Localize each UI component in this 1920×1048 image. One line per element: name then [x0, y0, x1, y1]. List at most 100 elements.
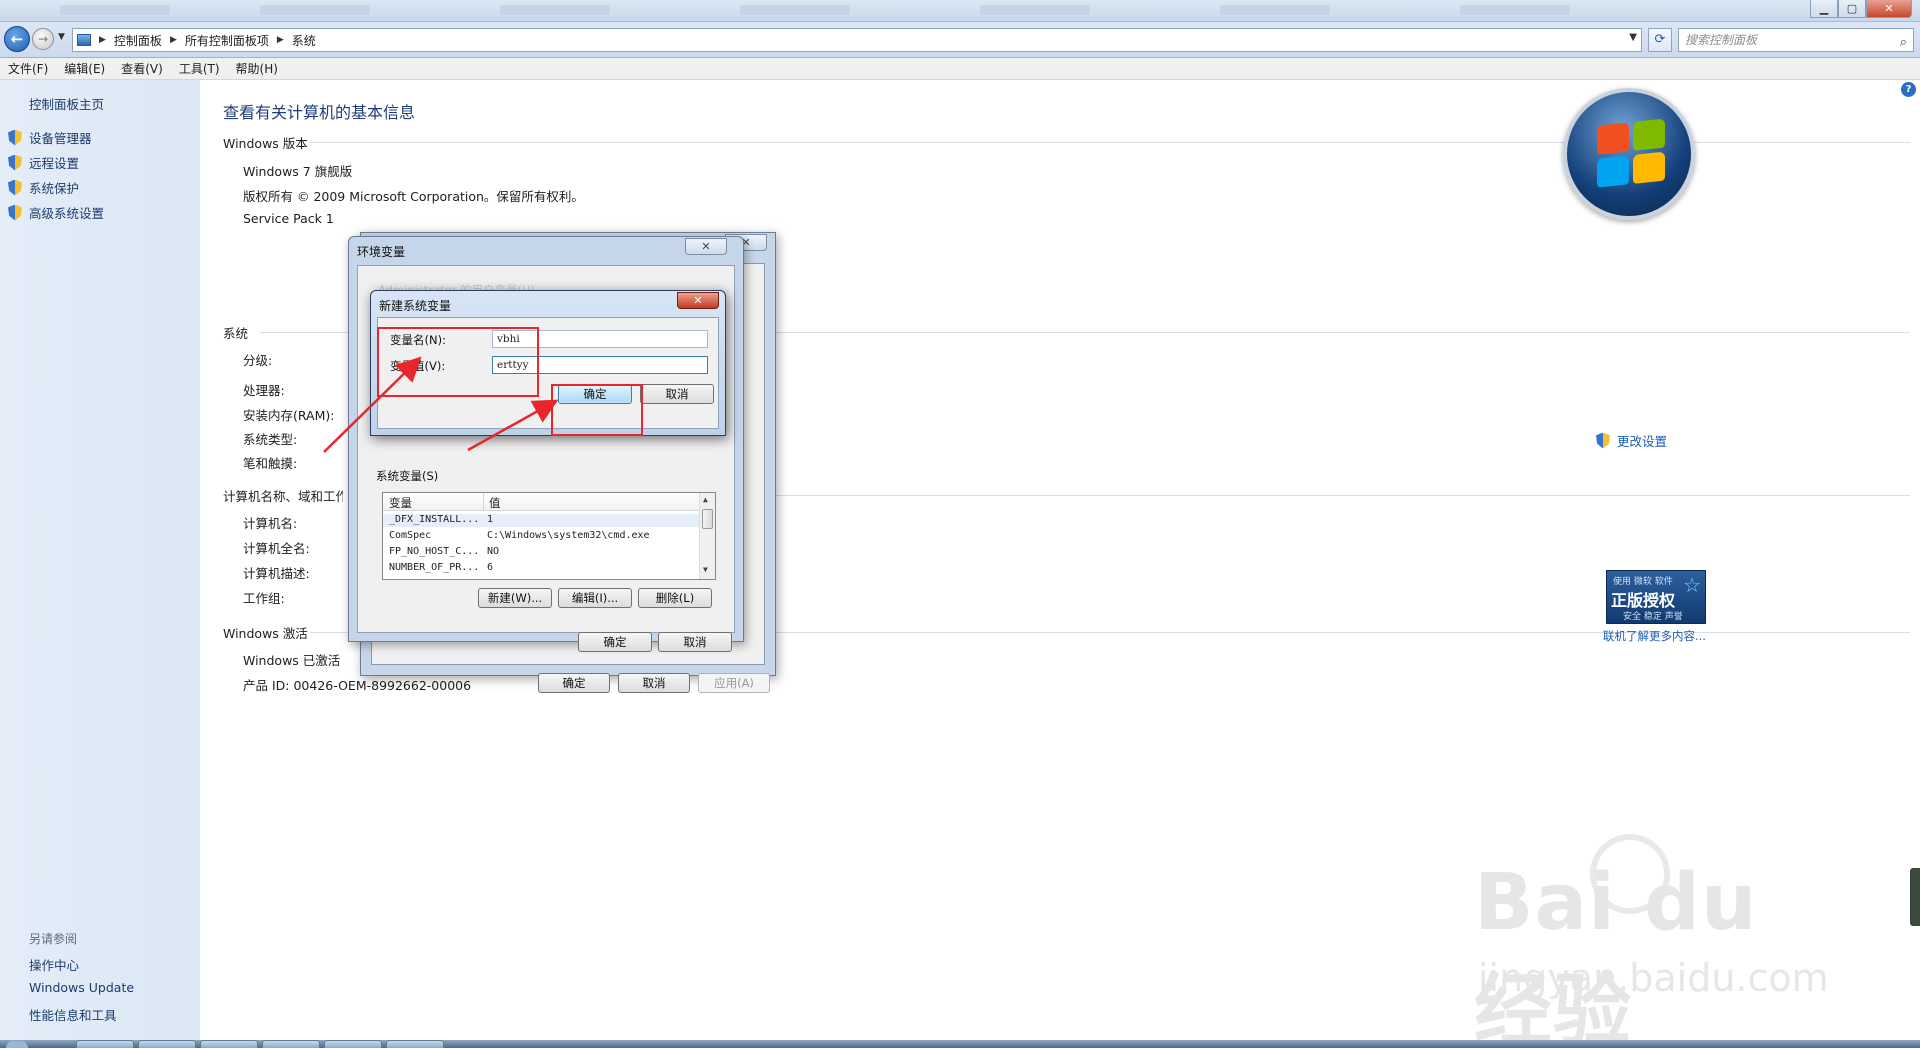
sidebar-item-advanced-settings[interactable]: 高级系统设置 [8, 203, 104, 222]
taskbar-button[interactable] [386, 1040, 444, 1048]
table-row[interactable]: _DFX_INSTALL... 1 [383, 514, 699, 527]
genuine-bottom-text: 安全 稳定 声誉 [1623, 612, 1683, 622]
computer-name-heading: 计算机名称、域和工作组设置 [223, 489, 343, 504]
menu-file[interactable]: 文件(F) [0, 60, 56, 77]
address-toolbar: ← → ▼ ▶ 控制面板 ▶ 所有控制面板项 ▶ 系统 ▼ ⟳ 搜索控制面板 ⌕ [0, 22, 1920, 58]
close-icon[interactable]: ✕ [677, 292, 719, 309]
new-var-cancel-button[interactable]: 取消 [640, 384, 714, 404]
divider [760, 495, 1910, 496]
taskbar-button[interactable] [324, 1040, 382, 1048]
search-placeholder: 搜索控制面板 [1685, 33, 1758, 47]
baidu-watermark: Bai du 经验 jingyan.baidu.com [1474, 834, 1834, 1048]
menu-help[interactable]: 帮助(H) [228, 60, 286, 77]
system-vars-table[interactable]: 变量 值 _DFX_INSTALL... 1 ComSpec C:\Window… [382, 492, 716, 580]
windows-logo [1563, 88, 1695, 220]
table-row[interactable]: ComSpec C:\Windows\system32\cmd.exe [383, 530, 699, 543]
column-divider[interactable] [483, 493, 484, 511]
back-button[interactable]: ← [4, 26, 30, 52]
scroll-down-icon[interactable]: ▼ [703, 565, 708, 574]
computer-name-label: 计算机名: [243, 516, 298, 531]
breadcrumb-control-panel[interactable]: 控制面板 [114, 32, 162, 49]
side-handle[interactable] [1910, 868, 1920, 926]
new-variable-button[interactable]: 新建(W)... [478, 588, 552, 608]
breadcrumb-system[interactable]: 系统 [292, 32, 316, 49]
processor-label: 处理器: [243, 383, 285, 398]
shield-icon [8, 155, 22, 171]
var-value: C:\Windows\system32\cmd.exe [487, 530, 650, 541]
learn-more-link[interactable]: 联机了解更多内容... [1603, 628, 1706, 644]
genuine-top-text: 使用 微软 软件 [1613, 577, 1673, 587]
title-ghost-tab [500, 5, 610, 15]
column-value[interactable]: 值 [489, 495, 501, 511]
breadcrumb-separator-icon[interactable]: ▶ [170, 35, 177, 45]
title-ghost-tab [1220, 5, 1330, 15]
watermark-brand: Bai du 经验 [1474, 858, 1758, 1048]
sidebar-item-label: 系统保护 [29, 181, 80, 196]
history-dropdown-icon[interactable]: ▼ [58, 32, 65, 42]
menu-tools[interactable]: 工具(T) [171, 60, 228, 77]
search-icon[interactable]: ⌕ [1900, 32, 1907, 54]
scroll-thumb[interactable] [702, 509, 713, 529]
title-ghost-tab [260, 5, 370, 15]
refresh-icon: ⟳ [1654, 32, 1666, 47]
see-also-performance[interactable]: 性能信息和工具 [29, 1005, 117, 1024]
copyright-text: 版权所有 © 2009 Microsoft Corporation。保留所有权利… [243, 189, 584, 204]
sysprops-cancel-button[interactable]: 取消 [618, 673, 690, 693]
var-value: NO [487, 546, 500, 557]
taskbar-button[interactable] [200, 1040, 258, 1048]
maximize-button[interactable]: ▢ [1838, 0, 1866, 18]
sidebar-item-device-manager[interactable]: 设备管理器 [8, 128, 92, 147]
taskbar-button[interactable] [138, 1040, 196, 1048]
column-variable[interactable]: 变量 [389, 495, 412, 511]
dialog-title: 新建系统变量 [379, 299, 452, 313]
sidebar-item-remote-settings[interactable]: 远程设置 [8, 153, 79, 172]
forward-button[interactable]: → [32, 28, 54, 50]
breadcrumb-separator-icon[interactable]: ▶ [99, 35, 106, 45]
system-vars-label: 系统变量(S) [376, 469, 439, 483]
refresh-button[interactable]: ⟳ [1648, 28, 1672, 52]
close-icon[interactable]: ✕ [685, 238, 727, 255]
see-also-action-center[interactable]: 操作中心 [29, 955, 79, 974]
start-orb-icon[interactable] [6, 1041, 28, 1048]
menu-edit[interactable]: 编辑(E) [56, 60, 113, 77]
breadcrumb-all-items[interactable]: 所有控制面板项 [185, 32, 269, 49]
search-input[interactable]: 搜索控制面板 ⌕ [1678, 28, 1914, 52]
delete-variable-button[interactable]: 删除(L) [638, 588, 712, 608]
highlight-box-ok [551, 384, 643, 436]
forward-arrow-icon: → [37, 32, 49, 46]
sysprops-ok-button[interactable]: 确定 [538, 673, 610, 693]
sysprops-apply-button[interactable]: 应用(A) [698, 673, 770, 693]
see-also-windows-update[interactable]: Windows Update [29, 980, 134, 995]
taskbar-button[interactable] [262, 1040, 320, 1048]
windows-flag-icon [1597, 118, 1667, 189]
address-dropdown-icon[interactable]: ▼ [1629, 32, 1637, 43]
minimize-button[interactable]: ▁ [1810, 0, 1838, 18]
sidebar-item-system-protection[interactable]: 系统保护 [8, 178, 79, 197]
help-icon[interactable]: ? [1901, 82, 1916, 97]
back-arrow-icon: ← [10, 30, 24, 48]
rating-label: 分级: [243, 353, 273, 368]
dialog-title: 环境变量 [357, 245, 406, 259]
var-name: ComSpec [389, 530, 432, 541]
address-bar[interactable]: ▶ 控制面板 ▶ 所有控制面板项 ▶ 系统 ▼ [72, 28, 1642, 52]
table-row[interactable]: NUMBER_OF_PR... 6 [383, 562, 699, 574]
menu-bar: 文件(F) 编辑(E) 查看(V) 工具(T) 帮助(H) [0, 58, 1920, 80]
env-cancel-button[interactable]: 取消 [658, 632, 732, 652]
sidebar: 控制面板主页 设备管理器 远程设置 系统保护 高级系统设置 另请参阅 操作中心 … [0, 80, 200, 1048]
pen-touch-label: 笔和触摸: [243, 456, 298, 471]
close-window-button[interactable]: ✕ [1866, 0, 1912, 18]
menu-view[interactable]: 查看(V) [113, 60, 171, 77]
table-scrollbar[interactable]: ▲ ▼ [699, 493, 715, 579]
scroll-up-icon[interactable]: ▲ [703, 495, 708, 504]
sidebar-item-label: 设备管理器 [29, 131, 92, 146]
taskbar-button[interactable] [76, 1040, 134, 1048]
title-ghost-tab [740, 5, 850, 15]
breadcrumb-separator-icon[interactable]: ▶ [277, 35, 284, 45]
edit-variable-button[interactable]: 编辑(I)... [558, 588, 632, 608]
change-settings-link[interactable]: 更改设置 [1596, 431, 1667, 450]
genuine-badge[interactable]: 使用 微软 软件 正版授权 安全 稳定 声誉 ☆ [1606, 570, 1706, 624]
table-row[interactable]: FP_NO_HOST_C... NO [383, 546, 699, 559]
env-ok-button[interactable]: 确定 [578, 632, 652, 652]
see-also-heading: 另请参阅 [29, 932, 78, 946]
sidebar-control-panel-home[interactable]: 控制面板主页 [29, 94, 104, 113]
